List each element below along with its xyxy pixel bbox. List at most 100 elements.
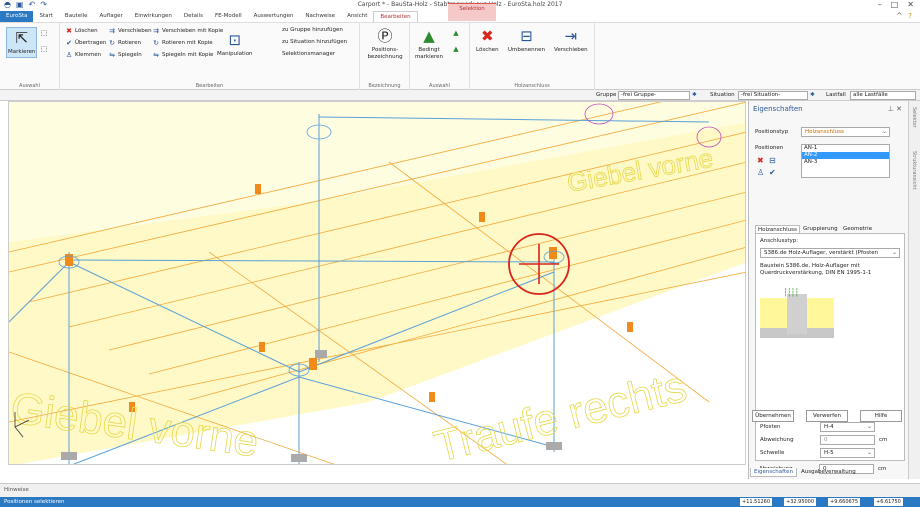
tab-details[interactable]: Details <box>178 11 209 22</box>
group-holzanschluss: ✖ Löschen ⊟ Umbenennen ⇥ Verschieben Hol… <box>470 23 595 91</box>
schwelle-select[interactable]: H-5 ⌄ <box>820 448 875 458</box>
tab-bauteile[interactable]: Bauteile <box>59 11 94 22</box>
pfosten-select[interactable]: H-4 ⌄ <box>820 422 875 432</box>
list-item[interactable]: AN-3 <box>802 159 889 166</box>
panel-close-icon[interactable]: ✕ <box>896 105 902 113</box>
abweichung-1-input[interactable]: 0 <box>820 435 875 445</box>
situation-filter-icon[interactable]: ✱ <box>810 92 815 98</box>
zu-situation-button[interactable]: zu Situation hinzufügen <box>282 39 347 45</box>
chevron-down-icon: ⌄ <box>866 423 872 430</box>
manipulation-button[interactable]: ⊡ Manipulation <box>217 31 253 58</box>
verwerfen-button[interactable]: Verwerfen <box>806 410 848 422</box>
pin-icon[interactable]: ⊥ <box>888 105 894 113</box>
minimize-icon[interactable]: – <box>878 0 882 9</box>
list-item[interactable]: AN-1 <box>802 145 889 152</box>
rotieren-mit-kopie-button[interactable]: ↻ Rotieren mit Kopie <box>152 39 213 47</box>
verschieben-mit-kopie-button[interactable]: ⇉ Verschieben mit Kopie <box>152 27 223 35</box>
tab-ansicht[interactable]: Ansicht <box>341 11 373 22</box>
panel-controls: ⊥ ✕ <box>888 105 902 113</box>
umbenennen-button[interactable]: ⊟ Umbenennen <box>508 27 545 54</box>
hilfe-button[interactable]: Hilfe <box>860 410 902 422</box>
sidebar-item-selektor[interactable]: Selektor <box>911 107 917 128</box>
rename-position-icon[interactable]: ⊟ <box>769 156 776 165</box>
status-bar: Positionen selektieren +11.51260 +32.950… <box>0 497 920 507</box>
tab-einwirkungen[interactable]: Einwirkungen <box>129 11 178 22</box>
zu-gruppe-button[interactable]: zu Gruppe hinzufügen <box>282 27 343 33</box>
group-auswahl-2: ▲ Bedingt markieren ▲ ▲ Auswahl <box>410 23 470 91</box>
markieren-button[interactable]: ⇱ Markieren <box>6 27 38 58</box>
gruppe-select[interactable]: -frei Gruppe- <box>618 91 690 100</box>
tab-geometrie[interactable]: Geometrie <box>841 225 874 233</box>
klemmen-button[interactable]: ♙ Klemmen <box>65 51 101 59</box>
uebertragen-button[interactable]: ✔ Übertragen <box>65 39 106 47</box>
position-label-icon: Ⓟ <box>377 27 393 45</box>
tab-auswertungen[interactable]: Auswertungen <box>248 11 300 22</box>
group-auswahl: ⇱ Markieren ⬚ ⬚ Auswahl <box>0 23 60 91</box>
coord-x: +11.51260 <box>740 498 773 506</box>
selektionsmanager-button[interactable]: Selektionsmanager <box>282 51 335 57</box>
lastfall-select[interactable]: alle Lastfälle <box>850 91 916 100</box>
maximize-icon[interactable]: □ <box>891 0 899 9</box>
holzanschluss-loeschen-button[interactable]: ✖ Löschen <box>476 27 499 54</box>
sidebar-item-strukturansicht[interactable]: Strukturansicht <box>911 151 917 190</box>
tab-auflager[interactable]: Auflager <box>94 11 129 22</box>
spiegeln-button[interactable]: ⇋ Spiegeln <box>108 51 142 59</box>
delete-icon: ✖ <box>480 27 494 45</box>
chevron-down-icon: ⌄ <box>881 128 887 135</box>
tab-gruppierung[interactable]: Gruppierung <box>801 225 840 233</box>
verschieben-button[interactable]: ⇉ Verschieben <box>108 27 152 35</box>
anschlusstyp-select[interactable]: S386.de Holz-Auflager, verstärkt (Pfoste… <box>760 248 900 258</box>
group-bearbeiten: ✖ Löschen ✔ Übertragen ♙ Klemmen ⇉ Verschieb… <box>60 23 360 91</box>
tab-eigenschaften[interactable]: Eigenschaften <box>750 468 797 477</box>
collapse-ribbon-icon[interactable]: ^ <box>896 12 902 20</box>
filter-select-2-icon[interactable]: ▲ <box>452 45 460 53</box>
tab-nachweise[interactable]: Nachweise <box>299 11 341 22</box>
chevron-down-icon: ⌄ <box>866 449 872 456</box>
manipulation-icon: ⊡ <box>228 31 242 49</box>
transfer-icon[interactable]: ✔ <box>769 168 776 177</box>
close-icon[interactable]: ✕ <box>907 0 914 9</box>
tab-ausgabeverwaltung[interactable]: Ausgabeverwaltung <box>798 468 859 476</box>
model-viewport[interactable]: Giebel vorne Traufe rechts Giebel vorne <box>8 101 746 465</box>
ribbon-tabs: EuroSta Start Bauteile Auflager Einwirku… <box>0 11 920 22</box>
side-strip: Selektor Strukturansicht <box>908 101 920 479</box>
window-controls: – □ ✕ <box>878 0 914 9</box>
clamp-icon[interactable]: ♙ <box>757 168 764 177</box>
loeschen-button[interactable]: ✖ Löschen <box>65 27 98 35</box>
spiegeln-mit-kopie-button[interactable]: ⇋ Spiegeln mit Kopie <box>152 51 213 59</box>
connection-preview-post <box>787 294 807 334</box>
help-icon[interactable]: ? <box>908 12 912 20</box>
hinweise-bar: Hinweise <box>0 483 920 497</box>
positionstyp-select[interactable]: Holzanschluss ⌄ <box>801 127 890 137</box>
list-item[interactable]: AN-2 <box>802 152 889 159</box>
bedingt-markieren-button[interactable]: ▲ Bedingt markieren <box>414 27 444 60</box>
gruppe-filter-icon[interactable]: ✱ <box>692 92 697 98</box>
holzanschluss-verschieben-button[interactable]: ⇥ Verschieben <box>554 27 588 54</box>
rename-icon: ⊟ <box>520 27 533 45</box>
positionen-list[interactable]: AN-1 AN-2 AN-3 <box>801 144 890 178</box>
situation-select[interactable]: -frei Situation- <box>738 91 808 100</box>
tab-start[interactable]: Start <box>33 11 58 22</box>
uebernehmen-button[interactable]: Übernehmen <box>752 410 794 422</box>
coord-z: +9.660675 <box>828 498 861 506</box>
filter-bar: Gruppe -frei Gruppe- ✱ Situation -frei S… <box>0 90 920 101</box>
coord-w: +6.61750 <box>874 498 903 506</box>
select-cross-icon[interactable]: ⬚ <box>40 45 48 53</box>
properties-panel: Eigenschaften ⊥ ✕ Positionstyp Holzansch… <box>748 101 908 479</box>
rotieren-button[interactable]: ↻ Rotieren <box>108 39 141 47</box>
filter-select-icon[interactable]: ▲ <box>452 29 460 37</box>
coord-y: +32.95000 <box>784 498 817 506</box>
tab-fe-modell[interactable]: FE-Modell <box>209 11 248 22</box>
positionsbezeichnung-button[interactable]: Ⓟ Positions-bezeichnung <box>367 27 402 60</box>
tab-eurosta[interactable]: EuroSta <box>0 11 34 22</box>
chevron-down-icon: ⌄ <box>891 249 897 256</box>
status-text: Positionen selektieren <box>4 499 65 505</box>
holzanschluss-body: Anschlusstyp: S386.de Holz-Auflager, ver… <box>755 233 905 461</box>
model-canvas[interactable]: Giebel vorne Traufe rechts Giebel vorne <box>9 102 746 465</box>
select-window-icon[interactable]: ⬚ <box>40 29 48 37</box>
ribbon-controls: ^ ? <box>896 12 912 20</box>
cursor-icon: ⇱ <box>15 29 29 47</box>
tab-bearbeiten[interactable]: Bearbeiten <box>373 11 418 22</box>
screws-icon: ┆┆┆┆ <box>783 288 799 297</box>
delete-position-icon[interactable]: ✖ <box>757 156 764 165</box>
